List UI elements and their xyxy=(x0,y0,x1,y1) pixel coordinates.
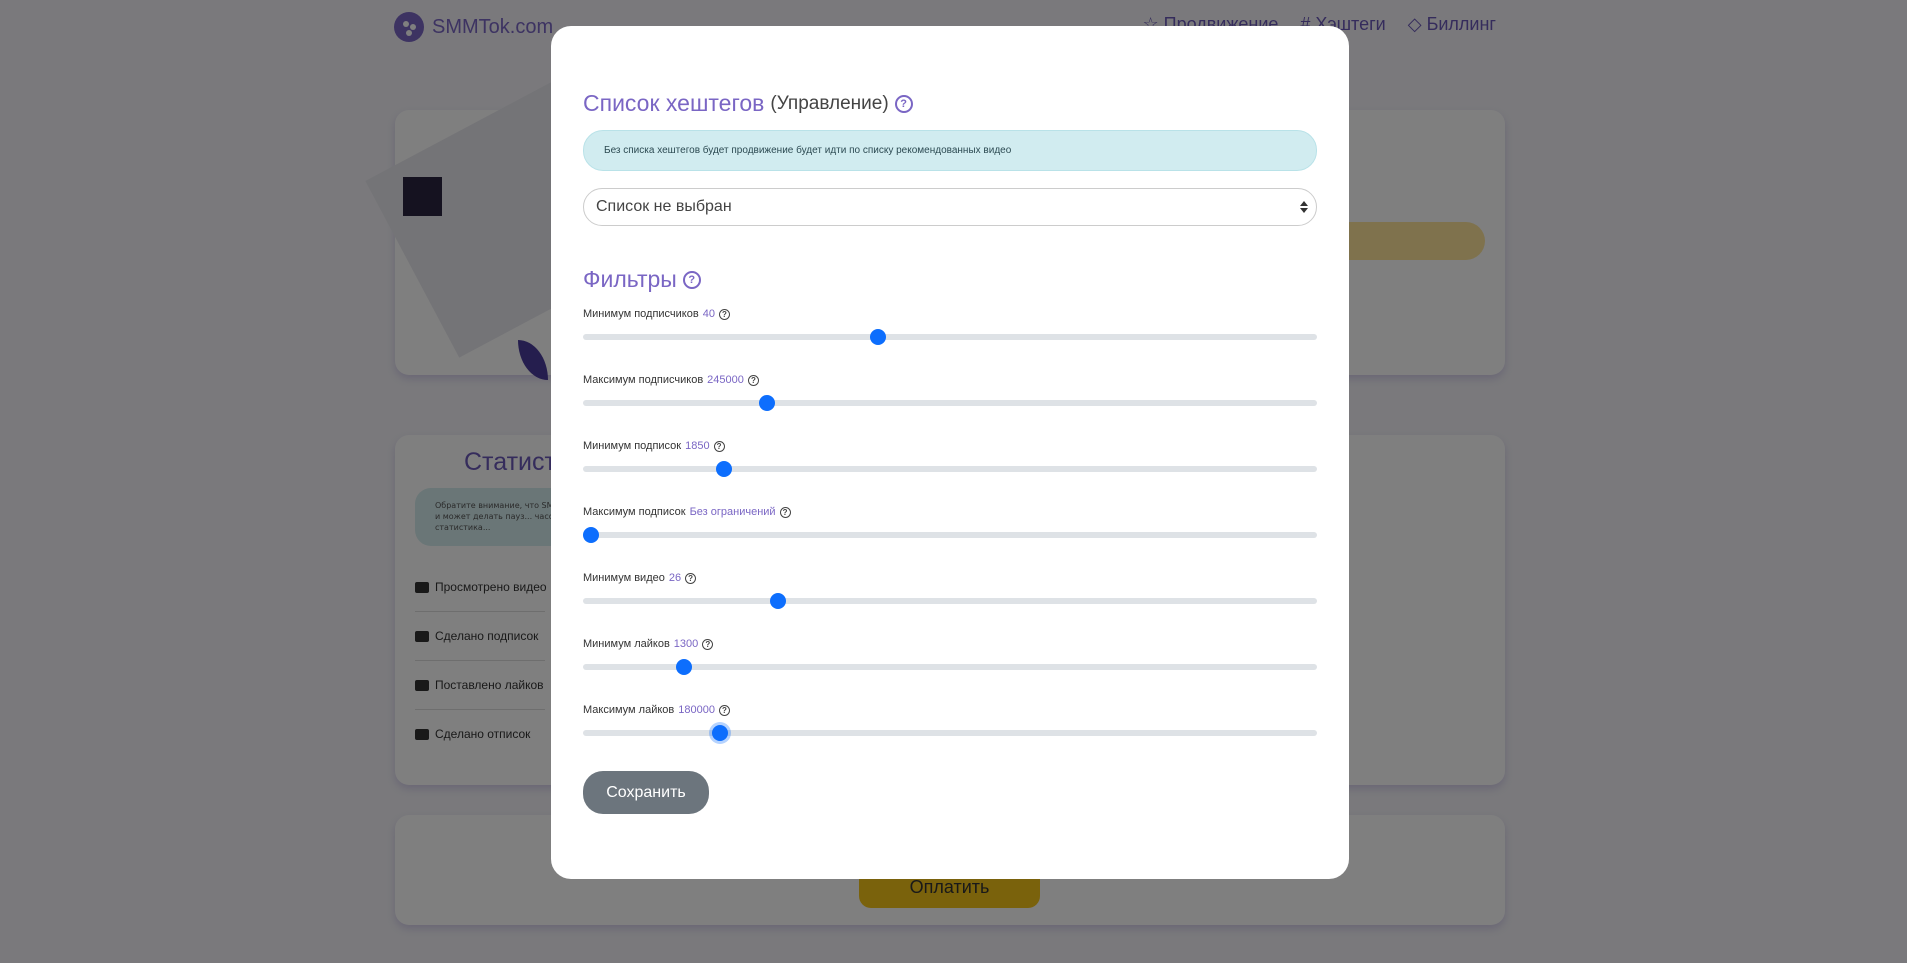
filter-slider[interactable] xyxy=(583,725,1317,741)
filter-value: 1300 xyxy=(673,638,699,650)
filter-label: Максимум подписок Без ограничений? xyxy=(583,506,791,518)
slider-thumb[interactable] xyxy=(676,659,693,675)
filter-value: 245000 xyxy=(707,374,744,386)
hashtag-list-select[interactable]: Список не выбран xyxy=(583,188,1317,226)
filter-name: Максимум лайков xyxy=(583,704,675,716)
help-icon[interactable]: ? xyxy=(702,638,714,650)
select-value: Список не выбран xyxy=(596,198,732,215)
filter-slider[interactable] xyxy=(583,593,1317,609)
help-icon[interactable]: ? xyxy=(718,704,730,716)
filter-label: Минимум лайков 1300? xyxy=(583,638,714,650)
filter-label: Минимум подписчиков 40? xyxy=(583,308,730,320)
filter-name: Минимум видео xyxy=(583,572,665,584)
save-button[interactable]: Сохранить xyxy=(583,771,709,814)
slider-thumb[interactable] xyxy=(583,527,599,543)
slider-thumb[interactable] xyxy=(715,461,732,477)
filter-value: 1850 xyxy=(685,440,710,452)
filter-name: Минимум лайков xyxy=(583,638,670,650)
hashtags-subtitle[interactable]: (Управление) xyxy=(770,93,888,115)
filter-slider[interactable] xyxy=(583,659,1317,675)
filter-slider[interactable] xyxy=(583,329,1317,345)
settings-modal: Список хештегов (Управление) ? Без списк… xyxy=(551,26,1349,879)
filter-value: 26 xyxy=(668,572,682,584)
slider-thumb[interactable] xyxy=(712,725,729,741)
hashtags-info-alert: Без списка хештегов будет продвижение бу… xyxy=(583,130,1317,171)
slider-thumb[interactable] xyxy=(870,329,887,345)
help-icon[interactable]: ? xyxy=(747,374,759,386)
filters-title: Фильтры xyxy=(583,266,677,292)
help-icon[interactable]: ? xyxy=(682,270,701,289)
slider-thumb[interactable] xyxy=(769,593,786,609)
hashtags-title: Список хештегов xyxy=(583,90,765,116)
help-icon[interactable]: ? xyxy=(713,440,725,452)
filter-slider[interactable] xyxy=(583,395,1317,411)
filter-label: Минимум видео 26? xyxy=(583,572,697,584)
filter-slider[interactable] xyxy=(583,527,1317,543)
help-icon[interactable]: ? xyxy=(779,506,791,518)
filter-value: 180000 xyxy=(678,704,715,716)
help-icon[interactable]: ? xyxy=(718,308,730,320)
filter-value: Без ограничений xyxy=(689,506,776,518)
filter-value: 40 xyxy=(702,308,715,320)
slider-thumb[interactable] xyxy=(758,395,775,411)
filter-label: Минимум подписок 1850? xyxy=(583,440,725,452)
filter-slider[interactable] xyxy=(583,461,1317,477)
filter-label: Максимум подписчиков 245000? xyxy=(583,374,759,386)
filter-name: Минимум подписчиков xyxy=(583,308,699,320)
help-icon[interactable]: ? xyxy=(894,94,913,113)
filter-name: Максимум подписок xyxy=(583,506,686,518)
hashtags-heading: Список хештегов (Управление) ? xyxy=(583,90,913,117)
filters-heading: Фильтры ? xyxy=(583,266,701,293)
filter-name: Минимум подписок xyxy=(583,440,682,452)
help-icon[interactable]: ? xyxy=(685,572,697,584)
filter-name: Максимум подписчиков xyxy=(583,374,704,386)
filter-label: Максимум лайков 180000? xyxy=(583,704,730,716)
